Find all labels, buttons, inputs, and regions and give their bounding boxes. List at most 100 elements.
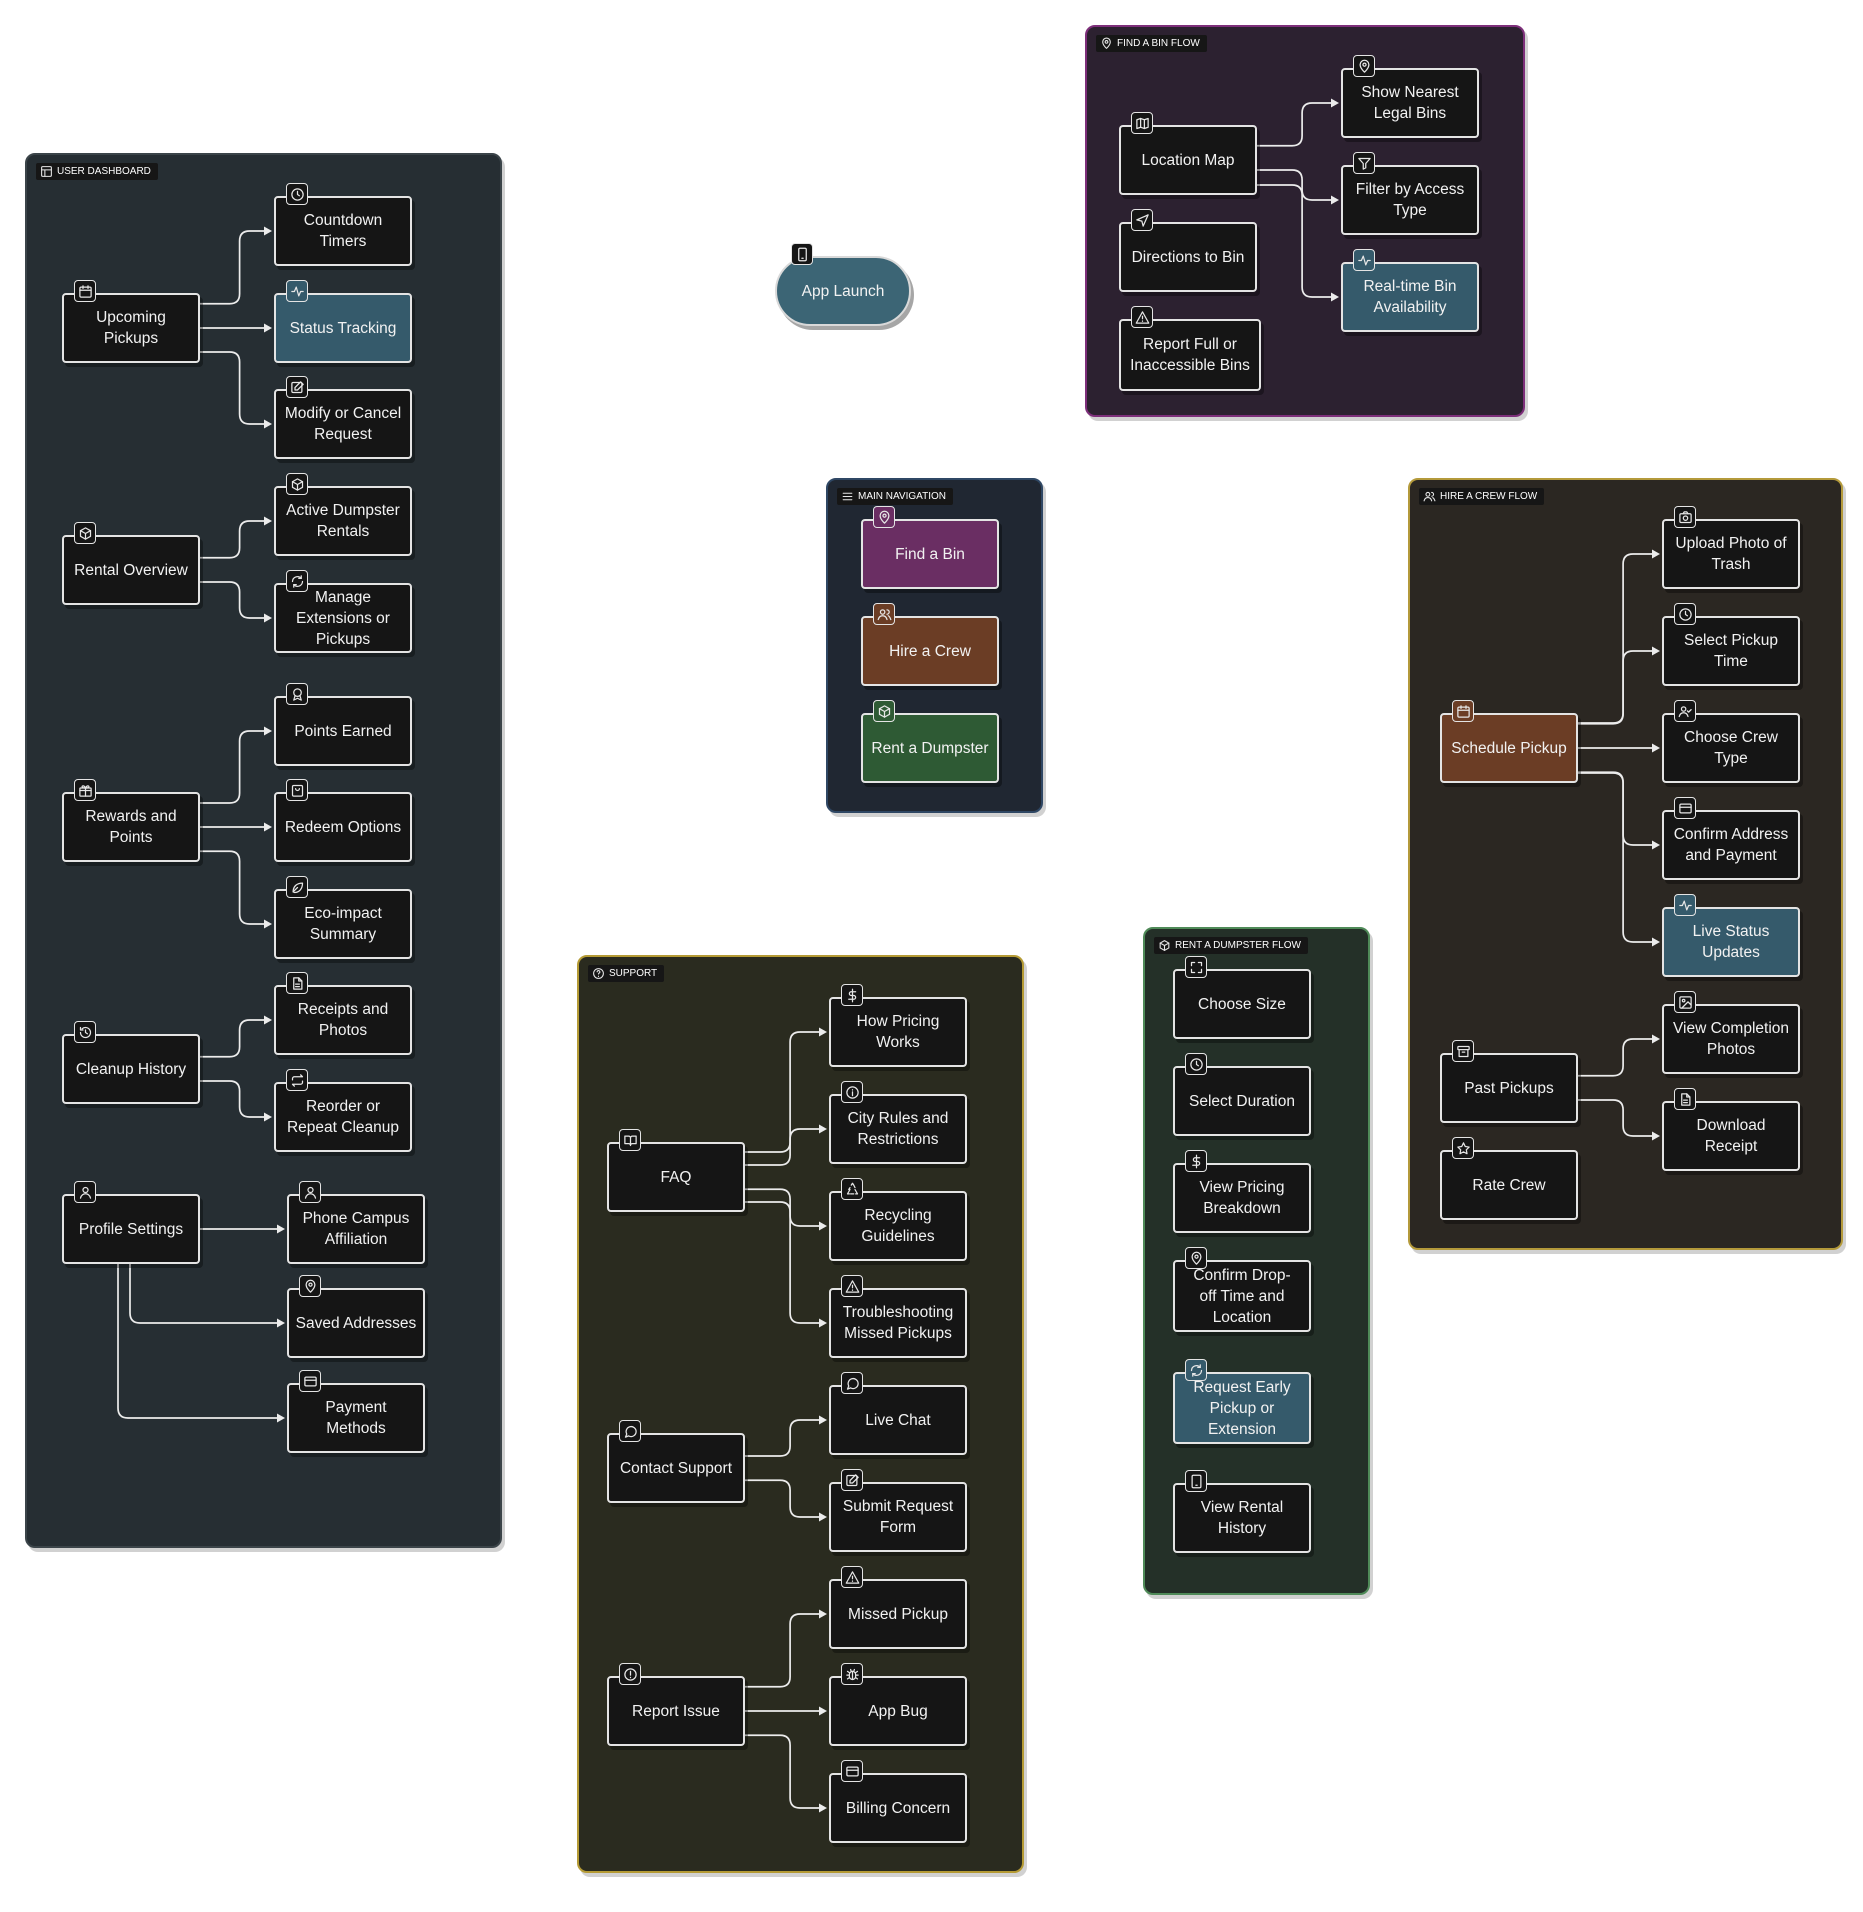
node-missed-pickup[interactable]: Missed Pickup [829, 1566, 967, 1649]
node-profile-settings[interactable]: Profile Settings [62, 1181, 200, 1264]
clock-icon [1185, 1053, 1207, 1075]
app-launch-label: App Launch [801, 282, 885, 300]
node-location-map[interactable]: Location Map [1119, 112, 1257, 195]
archive-icon [1452, 1040, 1474, 1062]
node-nav-rent-dumpster[interactable]: Rent a Dumpster [861, 700, 999, 783]
node-request-early[interactable]: Request Early Pickup or Extension [1173, 1359, 1311, 1444]
node-label: View Pricing Breakdown [1199, 1179, 1285, 1217]
node-label: Find a Bin [895, 545, 965, 563]
maximize-icon-glyph [1190, 961, 1202, 973]
node-upcoming-pickups[interactable]: Upcoming Pickups [62, 280, 200, 363]
map-pin-icon-glyph [1191, 1251, 1201, 1265]
node-troubleshooting[interactable]: Troubleshooting Missed Pickups [829, 1275, 967, 1358]
node-reorder-repeat[interactable]: Reorder or Repeat Cleanup [274, 1069, 412, 1152]
refresh-icon-glyph [1190, 1363, 1202, 1377]
file-text-icon [1674, 1088, 1696, 1110]
node-rewards-points[interactable]: Rewards and Points [62, 779, 200, 862]
book-open-icon-glyph [623, 1135, 637, 1146]
node-download-receipt[interactable]: Download Receipt [1662, 1088, 1800, 1171]
node-view-completion[interactable]: View Completion Photos [1662, 991, 1800, 1074]
award-icon-glyph [292, 687, 302, 701]
node-recycling-guidelines[interactable]: Recycling Guidelines [829, 1178, 967, 1261]
node-report-issue[interactable]: Report Issue [607, 1663, 745, 1746]
node-points-earned[interactable]: Points Earned [274, 683, 412, 766]
app-launch-node[interactable]: App Launch [775, 243, 911, 326]
node-live-chat[interactable]: Live Chat [829, 1372, 967, 1455]
users-icon-glyph [877, 608, 891, 620]
node-contact-support[interactable]: Contact Support [607, 1420, 745, 1503]
node-nav-hire-crew[interactable]: Hire a Crew [861, 603, 999, 686]
map-pin-icon [1353, 55, 1375, 77]
image-icon [1674, 991, 1696, 1013]
node-label: City Rules and Restrictions [847, 1110, 949, 1148]
file-text-icon [286, 972, 308, 994]
node-active-dumpster-rentals[interactable]: Active Dumpster Rentals [274, 473, 412, 556]
message-circle-icon-glyph [846, 1377, 859, 1390]
node-choose-size[interactable]: Choose Size [1173, 956, 1311, 1039]
node-realtime-availability[interactable]: Real-time Bin Availability [1341, 249, 1479, 332]
node-view-pricing[interactable]: View Pricing Breakdown [1173, 1150, 1311, 1233]
file-text-icon-glyph [1680, 1092, 1690, 1106]
bug-icon-glyph [845, 1668, 859, 1680]
node-select-pickup-time[interactable]: Select Pickup Time [1662, 603, 1800, 686]
camera-icon [1674, 506, 1696, 528]
node-choose-crew-type[interactable]: Choose Crew Type [1662, 700, 1800, 783]
node-phone-campus[interactable]: Phone Campus Affiliation [287, 1181, 425, 1264]
node-redeem-options[interactable]: Redeem Options [274, 779, 412, 862]
node-saved-addresses[interactable]: Saved Addresses [287, 1275, 425, 1358]
node-modify-cancel[interactable]: Modify or Cancel Request [274, 376, 412, 459]
node-label: Status Tracking [289, 319, 397, 337]
node-eco-impact[interactable]: Eco-impact Summary [274, 876, 412, 959]
node-upload-photo[interactable]: Upload Photo of Trash [1662, 506, 1800, 589]
node-label: Select Duration [1189, 1092, 1295, 1110]
node-filter-access[interactable]: Filter by Access Type [1341, 152, 1479, 235]
node-label: Show Nearest Legal Bins [1361, 84, 1459, 122]
node-submit-request[interactable]: Submit Request Form [829, 1469, 967, 1552]
box-icon [74, 522, 96, 544]
node-status-tracking[interactable]: Status Tracking [274, 280, 412, 363]
node-manage-extensions[interactable]: Manage Extensions or Pickups [274, 570, 412, 653]
node-rate-crew[interactable]: Rate Crew [1440, 1137, 1578, 1220]
node-how-pricing[interactable]: How Pricing Works [829, 984, 967, 1067]
node-label: Request Early Pickup or Extension [1193, 1378, 1291, 1438]
node-past-pickups[interactable]: Past Pickups [1440, 1040, 1578, 1123]
node-nav-find-bin[interactable]: Find a Bin [861, 506, 999, 589]
refresh-icon [286, 570, 308, 592]
node-confirm-dropoff[interactable]: Confirm Drop- off Time and Location [1173, 1247, 1311, 1332]
node-billing-concern[interactable]: Billing Concern [829, 1760, 967, 1843]
node-label: View Rental History [1200, 1499, 1284, 1537]
node-show-nearest[interactable]: Show Nearest Legal Bins [1341, 55, 1479, 138]
node-confirm-address-payment[interactable]: Confirm Address and Payment [1662, 797, 1800, 880]
node-view-rental-history[interactable]: View Rental History [1173, 1470, 1311, 1553]
alert-triangle-icon [841, 1566, 863, 1588]
node-app-bug[interactable]: App Bug [829, 1663, 967, 1746]
maximize-icon [1185, 956, 1207, 978]
node-directions-bin[interactable]: Directions to Bin [1119, 209, 1257, 292]
node-cleanup-history[interactable]: Cleanup History [62, 1021, 200, 1104]
node-faq[interactable]: FAQ [607, 1129, 745, 1212]
node-rental-overview[interactable]: Rental Overview [62, 522, 200, 605]
node-city-rules[interactable]: City Rules and Restrictions [829, 1081, 967, 1164]
node-report-full[interactable]: Report Full or Inaccessible Bins [1119, 306, 1261, 391]
star-icon [1452, 1137, 1474, 1159]
clock-icon [286, 183, 308, 205]
refresh-icon [1185, 1359, 1207, 1381]
node-label: Report Issue [632, 1702, 720, 1720]
user-check-icon [1674, 700, 1696, 722]
image-icon-glyph [1678, 995, 1692, 1009]
node-countdown-timers[interactable]: Countdown Timers [274, 183, 412, 266]
node-label: Reorder or Repeat Cleanup [286, 1098, 400, 1136]
node-schedule-pickup[interactable]: Schedule Pickup [1440, 700, 1578, 783]
alert-circle-icon-glyph [623, 1667, 637, 1681]
refresh-icon-glyph [291, 574, 303, 588]
node-label: Receipts and Photos [297, 1001, 389, 1039]
node-label: Live Chat [865, 1411, 931, 1429]
user-icon-glyph [79, 1186, 91, 1199]
node-live-status[interactable]: Live Status Updates [1662, 894, 1800, 977]
box-icon-glyph [291, 477, 303, 491]
edit-icon [286, 376, 308, 398]
node-receipts-photos[interactable]: Receipts and Photos [274, 972, 412, 1055]
node-payment-methods[interactable]: Payment Methods [287, 1370, 425, 1453]
bug-icon [841, 1663, 863, 1685]
node-select-duration[interactable]: Select Duration [1173, 1053, 1311, 1136]
